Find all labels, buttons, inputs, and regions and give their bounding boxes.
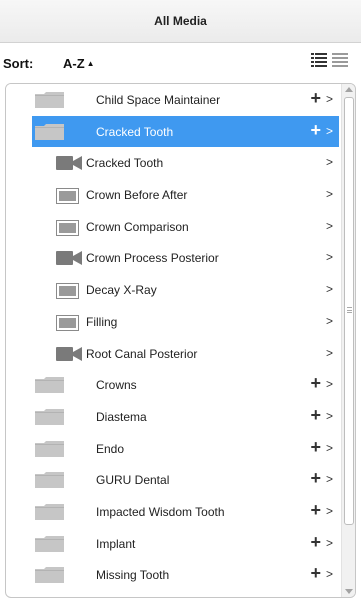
sort-value: A-Z [63, 56, 85, 71]
media-list-panel: Child Space Maintainer + > Cracked Tooth + > C… [5, 83, 356, 598]
folder-row[interactable]: Endo + > [6, 432, 339, 465]
folder-icon [35, 92, 64, 108]
image-icon [56, 314, 79, 331]
add-icon[interactable]: + [310, 120, 321, 140]
item-label: Missing Tooth [96, 568, 170, 583]
folder-row[interactable]: GURU Dental + > [6, 464, 339, 496]
folder-row[interactable]: Child Space Maintainer + > [6, 84, 339, 116]
add-icon[interactable]: + [310, 437, 321, 457]
item-label: Impacted Wisdom Tooth [96, 504, 225, 519]
add-icon[interactable]: + [310, 88, 321, 108]
folder-row[interactable]: Diastema + > [6, 400, 339, 433]
scrollbar[interactable] [341, 84, 355, 597]
scroll-down-icon[interactable] [345, 589, 353, 594]
folder-row[interactable]: Impacted Wisdom Tooth + > [6, 495, 339, 528]
grid-view-icon[interactable] [332, 53, 348, 67]
chevron-right-icon[interactable]: > [326, 536, 333, 550]
chevron-right-icon[interactable]: > [326, 187, 333, 201]
item-label: Diastema [96, 409, 147, 424]
video-camera-icon [56, 251, 82, 266]
scroll-thumb[interactable] [344, 97, 354, 525]
image-row[interactable]: Filling > [6, 305, 339, 338]
chevron-right-icon[interactable]: > [326, 567, 333, 581]
chevron-right-icon[interactable]: > [326, 92, 333, 106]
sort-dropdown[interactable]: A-Z ▲ [63, 56, 95, 71]
item-label: Root Canal Posterior [86, 346, 198, 361]
item-label: Endo [96, 441, 125, 456]
folder-icon [35, 123, 64, 140]
chevron-right-icon[interactable]: > [326, 219, 333, 233]
chevron-right-icon[interactable]: > [326, 282, 333, 296]
folder-icon [35, 472, 64, 489]
image-row[interactable]: Crown Before After > [6, 179, 339, 211]
folder-row[interactable]: Missing Tooth + > [6, 559, 339, 591]
add-icon[interactable]: + [310, 373, 321, 393]
add-icon[interactable]: + [310, 563, 321, 583]
video-row[interactable]: Root Canal Posterior > [6, 337, 339, 370]
sort-bar: Sort: A-Z ▲ [0, 43, 361, 83]
folder-row[interactable]: Implant + > [6, 527, 339, 560]
item-label: Cracked Tooth [96, 124, 174, 139]
list-view-icon[interactable] [311, 53, 327, 67]
folder-icon [35, 503, 64, 520]
image-icon [56, 283, 79, 300]
video-camera-icon [56, 156, 82, 171]
add-icon[interactable]: + [310, 405, 321, 425]
item-label: GURU Dental [96, 473, 170, 488]
chevron-right-icon[interactable]: > [326, 472, 333, 486]
media-list: Child Space Maintainer + > Cracked Tooth + > C… [6, 84, 339, 591]
add-icon[interactable]: + [310, 532, 321, 552]
chevron-right-icon[interactable]: > [326, 314, 333, 328]
grip-icon [347, 307, 352, 313]
item-label: Crowns [96, 378, 137, 393]
scroll-up-icon[interactable] [345, 87, 353, 92]
chevron-right-icon[interactable]: > [326, 441, 333, 455]
panel-title: All Media [154, 14, 207, 28]
add-icon[interactable]: + [310, 500, 321, 520]
video-row[interactable]: Cracked Tooth > [6, 147, 339, 180]
item-label: Cracked Tooth [86, 156, 164, 171]
folder-icon [35, 408, 64, 425]
item-label: Decay X-Ray [86, 283, 157, 298]
sort-label: Sort: [3, 56, 34, 71]
chevron-right-icon[interactable]: > [326, 346, 333, 360]
folder-icon [35, 440, 64, 457]
chevron-right-icon[interactable]: > [326, 155, 333, 169]
folder-icon [35, 377, 64, 394]
image-row[interactable]: Crown Comparison > [6, 210, 339, 243]
chevron-right-icon[interactable]: > [326, 250, 333, 264]
image-icon [56, 188, 79, 205]
video-row[interactable]: Crown Process Posterior > [6, 242, 339, 275]
sort-direction-icon: ▲ [86, 59, 95, 68]
image-icon [56, 219, 79, 236]
chevron-right-icon[interactable]: > [326, 409, 333, 423]
video-camera-icon [56, 346, 82, 361]
folder-row[interactable]: Crowns + > [6, 369, 339, 401]
folder-icon [35, 567, 64, 584]
item-label: Crown Before After [86, 188, 188, 203]
image-row[interactable]: Decay X-Ray > [6, 274, 339, 306]
item-label: Implant [96, 536, 136, 551]
chevron-right-icon[interactable]: > [326, 377, 333, 391]
panel-header: All Media [0, 0, 361, 43]
item-label: Crown Process Posterior [86, 251, 219, 266]
item-label: Filling [86, 314, 118, 329]
item-label: Child Space Maintainer [96, 93, 221, 107]
folder-icon [35, 535, 64, 552]
item-label: Crown Comparison [86, 219, 189, 234]
add-icon[interactable]: + [310, 468, 321, 488]
chevron-right-icon[interactable]: > [326, 124, 333, 138]
folder-row[interactable]: Cracked Tooth + > [32, 115, 339, 148]
chevron-right-icon[interactable]: > [326, 504, 333, 518]
